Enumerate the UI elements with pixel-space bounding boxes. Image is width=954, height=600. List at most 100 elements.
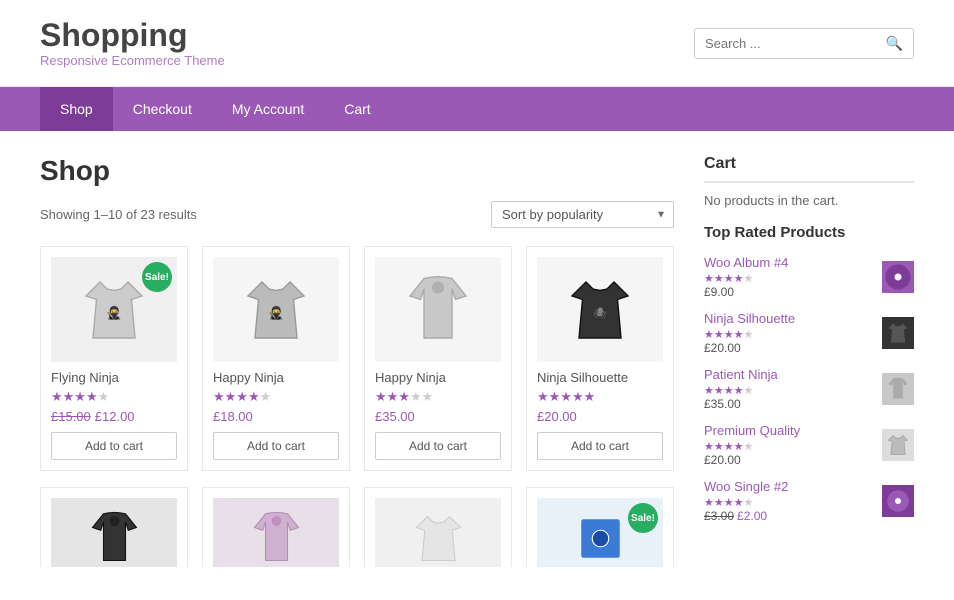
product-light-hoodie-icon bbox=[249, 511, 304, 566]
rated-name[interactable]: Woo Album #4 bbox=[704, 255, 874, 270]
rated-price: £3.00£2.00 bbox=[704, 509, 874, 523]
rated-stars: ★★★★★ bbox=[704, 496, 874, 509]
add-to-cart-button[interactable]: Add to cart bbox=[51, 432, 177, 460]
product-image bbox=[375, 498, 501, 567]
product-tshirt-icon: 🥷 bbox=[79, 275, 149, 345]
sort-wrapper: Sort by popularity Sort by average ratin… bbox=[491, 201, 674, 228]
product-card bbox=[364, 487, 512, 567]
product-image: 🥷 Sale! bbox=[51, 257, 177, 362]
rated-info: Woo Single #2 ★★★★★ £3.00£2.00 bbox=[704, 479, 874, 523]
product-image: 🥷 bbox=[213, 257, 339, 362]
rated-item: Patient Ninja ★★★★★ £35.00 bbox=[704, 367, 914, 411]
hoodie-thumb-icon bbox=[886, 377, 910, 401]
top-rated-widget: Top Rated Products Woo Album #4 ★★★★★ £9… bbox=[704, 224, 914, 523]
product-card bbox=[40, 487, 188, 567]
rated-stars: ★★★★★ bbox=[704, 328, 874, 341]
product-hoodie-icon bbox=[403, 275, 473, 345]
rated-stars: ★★★★★ bbox=[704, 272, 874, 285]
header: Shopping Responsive Ecommerce Theme 🔍 bbox=[0, 0, 954, 87]
product-name: Happy Ninja bbox=[375, 370, 501, 385]
sale-badge: Sale! bbox=[628, 503, 658, 533]
product-price: £20.00 bbox=[537, 409, 663, 424]
sale-badge: Sale! bbox=[142, 262, 172, 292]
logo-title: Shopping bbox=[40, 18, 225, 53]
tshirt-thumb-icon bbox=[886, 321, 910, 345]
rated-info: Patient Ninja ★★★★★ £35.00 bbox=[704, 367, 874, 411]
rated-price: £20.00 bbox=[704, 453, 874, 467]
product-price: £15.00£12.00 bbox=[51, 409, 177, 424]
rated-thumb bbox=[882, 317, 914, 349]
product-grid: 🥷 Sale! Flying Ninja ★★★★★ £15.00£12.00 … bbox=[40, 246, 674, 471]
product-card: 🥷 Sale! Flying Ninja ★★★★★ £15.00£12.00 … bbox=[40, 246, 188, 471]
product-card: 🥷 Happy Ninja ★★★★★ £18.00 Add to cart bbox=[202, 246, 350, 471]
product-stars: ★★★★★ bbox=[375, 389, 501, 405]
rated-thumb bbox=[882, 373, 914, 405]
svg-text:🥷: 🥷 bbox=[268, 305, 284, 320]
add-to-cart-button[interactable]: Add to cart bbox=[375, 432, 501, 460]
search-input[interactable] bbox=[705, 36, 886, 51]
svg-text:🕷: 🕷 bbox=[593, 307, 607, 320]
search-box: 🔍 bbox=[694, 28, 914, 59]
nav-item-myaccount[interactable]: My Account bbox=[212, 87, 324, 131]
rated-item: Woo Album #4 ★★★★★ £9.00 bbox=[704, 255, 914, 299]
cart-widget: Cart No products in the cart. bbox=[704, 155, 914, 208]
rated-price: £35.00 bbox=[704, 397, 874, 411]
product-image: Sale! bbox=[537, 498, 663, 567]
single-thumb-icon bbox=[886, 489, 910, 513]
rated-thumb bbox=[882, 485, 914, 517]
rated-item: Premium Quality ★★★★★ £20.00 bbox=[704, 423, 914, 467]
product-stars: ★★★★★ bbox=[537, 389, 663, 405]
main-nav: Shop Checkout My Account Cart bbox=[0, 87, 954, 131]
add-to-cart-button[interactable]: Add to cart bbox=[537, 432, 663, 460]
svg-text:🥷: 🥷 bbox=[106, 305, 122, 320]
add-to-cart-button[interactable]: Add to cart bbox=[213, 432, 339, 460]
nav-item-checkout[interactable]: Checkout bbox=[113, 87, 212, 131]
product-white-tshirt-icon bbox=[411, 511, 466, 566]
rated-name[interactable]: Premium Quality bbox=[704, 423, 874, 438]
product-stars: ★★★★★ bbox=[213, 389, 339, 405]
page-title: Shop bbox=[40, 155, 674, 187]
rated-name[interactable]: Woo Single #2 bbox=[704, 479, 874, 494]
product-name: Happy Ninja bbox=[213, 370, 339, 385]
product-card bbox=[202, 487, 350, 567]
sidebar: Cart No products in the cart. Top Rated … bbox=[704, 155, 914, 567]
logo: Shopping Responsive Ecommerce Theme bbox=[40, 18, 225, 68]
cart-empty-text: No products in the cart. bbox=[704, 193, 914, 208]
rated-name[interactable]: Patient Ninja bbox=[704, 367, 874, 382]
shop-controls: Showing 1–10 of 23 results Sort by popul… bbox=[40, 201, 674, 228]
rated-price: £9.00 bbox=[704, 285, 874, 299]
product-grid-row2: Sale! bbox=[40, 487, 674, 567]
shop-content: Shop Showing 1–10 of 23 results Sort by … bbox=[40, 155, 674, 567]
product-image: 🕷 bbox=[537, 257, 663, 362]
album-thumb-icon bbox=[884, 263, 912, 291]
product-name: Flying Ninja bbox=[51, 370, 177, 385]
product-price: £35.00 bbox=[375, 409, 501, 424]
logo-subtitle: Responsive Ecommerce Theme bbox=[40, 53, 225, 68]
rated-item: Ninja Silhouette ★★★★★ £20.00 bbox=[704, 311, 914, 355]
product-card: Sale! bbox=[526, 487, 674, 567]
rated-price: £20.00 bbox=[704, 341, 874, 355]
product-image bbox=[375, 257, 501, 362]
product-dark-hoodie-icon bbox=[87, 511, 142, 566]
rated-info: Premium Quality ★★★★★ £20.00 bbox=[704, 423, 874, 467]
nav-item-cart[interactable]: Cart bbox=[324, 87, 390, 131]
search-icon: 🔍 bbox=[886, 35, 903, 52]
rated-info: Ninja Silhouette ★★★★★ £20.00 bbox=[704, 311, 874, 355]
showing-text: Showing 1–10 of 23 results bbox=[40, 207, 197, 222]
nav-item-shop[interactable]: Shop bbox=[40, 87, 113, 131]
product-dark-tshirt-icon: 🕷 bbox=[565, 275, 635, 345]
rated-thumb bbox=[882, 261, 914, 293]
sort-select[interactable]: Sort by popularity Sort by average ratin… bbox=[491, 201, 674, 228]
rated-thumb bbox=[882, 429, 914, 461]
top-rated-title: Top Rated Products bbox=[704, 224, 914, 241]
main-layout: Shop Showing 1–10 of 23 results Sort by … bbox=[0, 131, 954, 591]
quality-thumb-icon bbox=[886, 433, 910, 457]
rated-item: Woo Single #2 ★★★★★ £3.00£2.00 bbox=[704, 479, 914, 523]
product-image bbox=[51, 498, 177, 567]
rated-name[interactable]: Ninja Silhouette bbox=[704, 311, 874, 326]
product-image bbox=[213, 498, 339, 567]
product-card: Happy Ninja ★★★★★ £35.00 Add to cart bbox=[364, 246, 512, 471]
cart-title: Cart bbox=[704, 155, 914, 183]
product-price: £18.00 bbox=[213, 409, 339, 424]
rated-info: Woo Album #4 ★★★★★ £9.00 bbox=[704, 255, 874, 299]
